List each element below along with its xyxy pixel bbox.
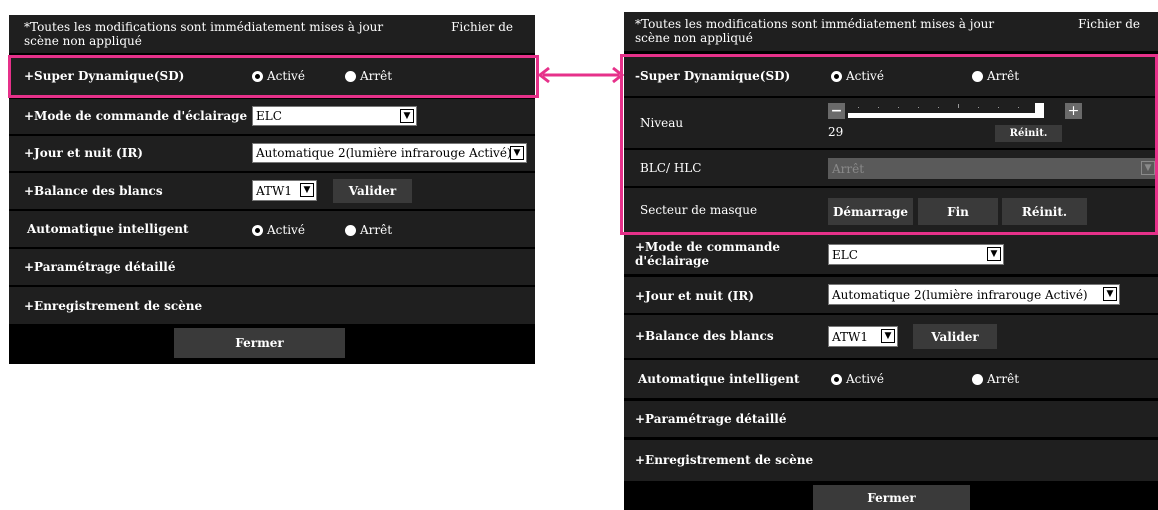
right-ir-label[interactable]: +Jour et nuit (IR) <box>635 289 754 303</box>
right-detail-label[interactable]: +Paramétrage détaillé <box>635 412 786 426</box>
radio-icon <box>972 373 983 385</box>
right-sd-highlight <box>620 54 1158 235</box>
left-row-elc: +Mode de commande d'éclairage ELC ▼ <box>9 99 535 134</box>
left-notice-text: *Toutes les modifications sont immédiate… <box>24 20 384 48</box>
left-wb-value: ATW1 <box>256 183 292 198</box>
radio-icon <box>345 224 356 236</box>
radio-selected-icon <box>252 224 263 236</box>
left-wb-select[interactable]: ATW1 ▼ <box>252 180 317 201</box>
left-row-wb: +Balance des blancs ATW1 ▼ Valider <box>9 173 535 209</box>
right-elc-label[interactable]: +Mode de commande d'éclairage <box>635 240 780 268</box>
left-row-ir: +Jour et nuit (IR) Automatique 2(lumière… <box>9 136 535 171</box>
right-row-detail: +Paramétrage détaillé <box>624 401 1158 437</box>
left-notice-file: Fichier de <box>451 20 513 34</box>
left-row-detail: +Paramétrage détaillé <box>9 249 535 285</box>
chevron-down-icon: ▼ <box>881 329 895 343</box>
left-detail-label[interactable]: +Paramétrage détaillé <box>24 260 175 274</box>
chevron-down-icon: ▼ <box>510 146 524 160</box>
double-arrow-icon <box>537 66 625 84</box>
right-elc-select[interactable]: ELC ▼ <box>828 244 1004 265</box>
left-elc-select[interactable]: ELC ▼ <box>252 106 417 126</box>
radio-selected-icon <box>831 373 842 385</box>
right-notice-file: Fichier de <box>1078 17 1140 31</box>
left-ai-off-label: Arrêt <box>360 223 393 237</box>
right-notice: *Toutes les modifications sont immédiate… <box>624 12 1158 51</box>
left-ir-value: Automatique 2(lumière infrarouge Activé) <box>256 146 512 160</box>
right-wb-select[interactable]: ATW1 ▼ <box>828 326 898 347</box>
right-ir-select[interactable]: Automatique 2(lumière infrarouge Activé)… <box>828 284 1120 305</box>
right-ai-off-radio[interactable]: Arrêt <box>972 372 1019 386</box>
left-wb-validate-button[interactable]: Valider <box>333 179 412 203</box>
left-ai-label: Automatique intelligent <box>27 222 189 236</box>
chevron-down-icon: ▼ <box>1103 287 1117 301</box>
left-ai-on-label: Activé <box>267 223 305 237</box>
right-row-wb: +Balance des blancs ATW1 ▼ Valider <box>624 315 1158 358</box>
left-ir-select[interactable]: Automatique 2(lumière infrarouge Activé)… <box>252 143 527 163</box>
right-ir-value: Automatique 2(lumière infrarouge Activé) <box>832 287 1088 302</box>
notice-line-2: scène non appliqué <box>635 31 753 45</box>
right-row-elc: +Mode de commande d'éclairage ELC ▼ <box>624 235 1158 274</box>
left-ai-off-radio[interactable]: Arrêt <box>345 223 392 237</box>
left-notice: *Toutes les modifications sont immédiate… <box>9 15 535 53</box>
right-close-button[interactable]: Fermer <box>813 485 970 510</box>
left-scene-label[interactable]: +Enregistrement de scène <box>24 299 202 313</box>
right-elc-label-line1: +Mode de commande <box>635 240 780 254</box>
notice-line: *Toutes les modifications sont immédiate… <box>24 20 384 34</box>
left-row-ai: Automatique intelligent Activé Arrêt <box>9 211 535 247</box>
right-wb-label[interactable]: +Balance des blancs <box>635 329 774 343</box>
right-ai-off-label: Arrêt <box>987 372 1020 386</box>
left-sd-highlight <box>8 55 539 98</box>
left-elc-value: ELC <box>256 109 282 123</box>
notice-line-2: scène non appliqué <box>24 34 142 48</box>
left-ai-on-radio[interactable]: Activé <box>252 223 305 237</box>
left-elc-label[interactable]: +Mode de commande d'éclairage <box>24 109 247 123</box>
right-ai-label: Automatique intelligent <box>638 372 800 386</box>
right-row-ai: Automatique intelligent Activé Arrêt <box>624 360 1158 398</box>
right-ai-on-radio[interactable]: Activé <box>831 372 884 386</box>
left-ir-label[interactable]: +Jour et nuit (IR) <box>24 146 143 160</box>
chevron-down-icon: ▼ <box>400 109 414 123</box>
right-wb-validate-button[interactable]: Valider <box>913 324 997 349</box>
right-notice-text: *Toutes les modifications sont immédiate… <box>635 17 1005 45</box>
notice-line: *Toutes les modifications sont immédiate… <box>635 17 995 31</box>
left-row-scene: +Enregistrement de scène <box>9 287 535 324</box>
right-elc-value: ELC <box>832 247 858 262</box>
right-elc-label-line2: d'éclairage <box>635 254 710 268</box>
left-wb-label[interactable]: +Balance des blancs <box>24 184 163 198</box>
chevron-down-icon: ▼ <box>987 247 1001 261</box>
chevron-down-icon: ▼ <box>300 183 314 197</box>
right-ai-on-label: Activé <box>846 372 884 386</box>
right-row-ir: +Jour et nuit (IR) Automatique 2(lumière… <box>624 277 1158 313</box>
right-scene-label[interactable]: +Enregistrement de scène <box>635 453 813 467</box>
right-row-scene: +Enregistrement de scène <box>624 440 1158 481</box>
right-wb-value: ATW1 <box>832 329 868 344</box>
left-close-button[interactable]: Fermer <box>174 328 345 358</box>
